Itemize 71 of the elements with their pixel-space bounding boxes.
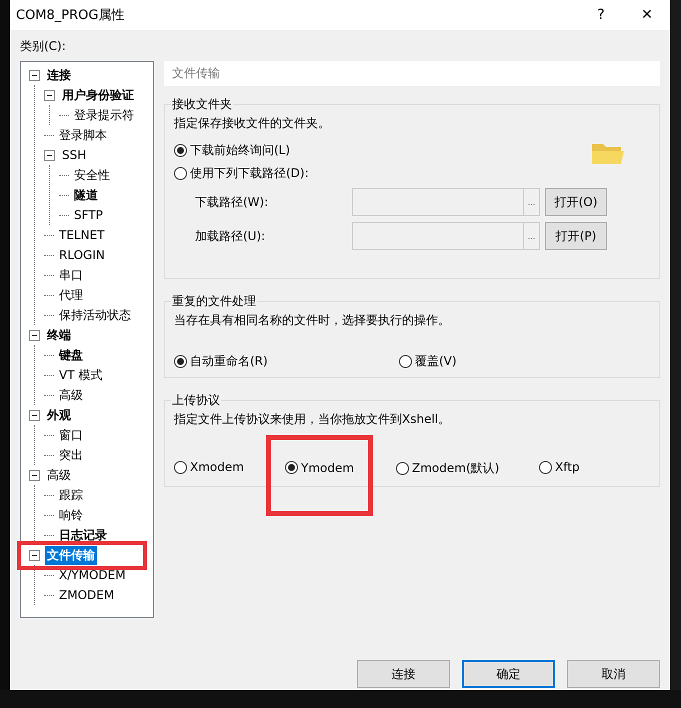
field-label: 加载路径(U):	[194, 228, 266, 244]
tree-item[interactable]: 高级	[45, 466, 73, 484]
tree-item[interactable]: 键盘	[57, 346, 85, 364]
tree-item[interactable]: 串口	[57, 266, 85, 284]
radio-label[interactable]: 覆盖(V)	[415, 353, 457, 370]
tree-item[interactable]: 连接	[45, 66, 73, 84]
group-title: 重复的文件处理	[171, 293, 257, 310]
group-title: 上传协议	[171, 392, 221, 409]
tree-item[interactable]: 安全性	[72, 166, 112, 184]
tree-item[interactable]: 日志记录	[57, 526, 109, 544]
field-label: 下载路径(W):	[194, 194, 270, 210]
collapse-icon[interactable]	[29, 330, 40, 340]
collapse-icon[interactable]	[29, 470, 40, 480]
group-description: 指定保存接收文件的文件夹。	[174, 115, 331, 132]
tree-item[interactable]: 跟踪	[57, 486, 85, 504]
group-title: 接收文件夹	[171, 96, 233, 113]
tree-item[interactable]: X/YMODEM	[57, 567, 128, 583]
radio-button[interactable]	[396, 462, 409, 475]
collapse-icon[interactable]	[44, 150, 55, 160]
radio-button[interactable]	[174, 355, 187, 368]
tree-item[interactable]: 文件传输	[45, 546, 97, 564]
tree-item[interactable]: 隧道	[72, 186, 100, 204]
open-button[interactable]: 打开(P)	[545, 222, 607, 250]
radio-button[interactable]	[174, 167, 187, 180]
radio-label[interactable]: Zmodem(默认)	[412, 460, 500, 477]
radio-label[interactable]: 使用下列下载路径(D):	[190, 165, 309, 182]
tree-item[interactable]: SSH	[60, 147, 88, 163]
radio-button[interactable]	[174, 460, 187, 474]
collapse-icon[interactable]	[44, 90, 55, 100]
panel-header: 文件传输	[164, 61, 660, 86]
tree-item[interactable]: 响铃	[57, 506, 85, 524]
radio-button[interactable]	[399, 355, 412, 368]
collapse-icon[interactable]	[29, 70, 40, 80]
folder-icon	[591, 142, 625, 166]
help-button[interactable]: ?	[578, 0, 624, 30]
tree-item[interactable]: VT 模式	[57, 366, 104, 384]
tree-item[interactable]: 高级	[57, 386, 85, 404]
open-button[interactable]: 打开(O)	[545, 188, 607, 216]
radio-label[interactable]: Ymodem	[301, 461, 354, 475]
collapse-icon[interactable]	[29, 410, 40, 420]
dialog-button[interactable]: 取消	[567, 660, 660, 688]
path-field[interactable]: ...	[352, 188, 540, 216]
tree-item[interactable]: 保持活动状态	[57, 306, 133, 324]
tree-item[interactable]: 窗口	[57, 426, 85, 444]
tree-item[interactable]: 外观	[45, 406, 73, 424]
radio-button[interactable]	[539, 460, 552, 474]
collapse-icon[interactable]	[29, 550, 40, 560]
tree-item[interactable]: 终端	[45, 326, 73, 344]
tree-item[interactable]: ZMODEM	[57, 587, 116, 603]
category-label: 类别(C):	[20, 38, 67, 55]
tree-item[interactable]: 登录提示符	[72, 106, 136, 124]
dialog-button[interactable]: 连接	[357, 660, 450, 688]
radio-label[interactable]: 下载前始终询问(L)	[190, 142, 290, 159]
window-title: COM8_PROG属性	[16, 7, 126, 24]
radio-button[interactable]	[174, 144, 187, 157]
radio-label[interactable]: Xmodem	[190, 460, 244, 474]
radio-label[interactable]: Xftp	[555, 460, 580, 474]
tree-item[interactable]: 代理	[57, 286, 85, 304]
group-description: 指定文件上传协议来使用，当你拖放文件到Xshell。	[174, 411, 452, 428]
tree-item[interactable]: 突出	[57, 446, 85, 464]
group-description: 当存在具有相同名称的文件时，选择要执行的操作。	[174, 312, 451, 329]
radio-label[interactable]: 自动重命名(R)	[190, 353, 268, 370]
tree-item[interactable]: SFTP	[72, 207, 105, 223]
tree-item[interactable]: RLOGIN	[57, 247, 107, 263]
close-button[interactable]: ✕	[624, 0, 670, 30]
path-field[interactable]: ...	[352, 222, 540, 250]
tree-item[interactable]: TELNET	[57, 227, 106, 243]
dialog-button[interactable]: 确定	[462, 660, 555, 688]
tree-item[interactable]: 登录脚本	[57, 126, 109, 144]
radio-button[interactable]	[285, 461, 298, 474]
tree-item[interactable]: 用户身份验证	[60, 86, 136, 104]
